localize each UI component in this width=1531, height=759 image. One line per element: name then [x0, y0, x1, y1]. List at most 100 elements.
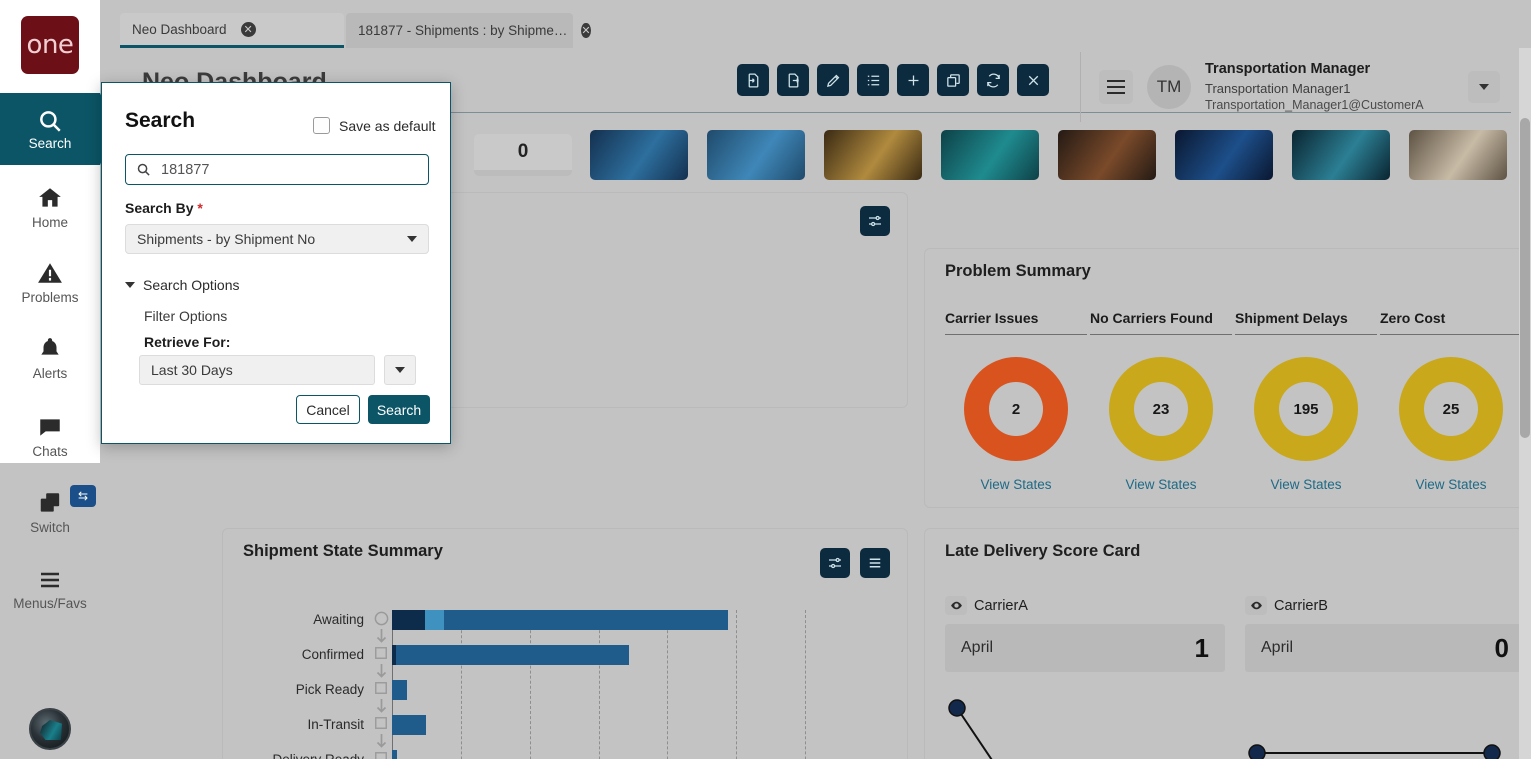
truck-logistics-thumb[interactable]: [590, 130, 688, 180]
chart-bar-segment[interactable]: [392, 750, 398, 759]
donut-value: 195: [1279, 382, 1333, 436]
digital-network-thumb[interactable]: [707, 130, 805, 180]
month-value: 1: [1194, 632, 1209, 663]
close-icon[interactable]: ✕: [240, 21, 256, 37]
sidebar-item-search[interactable]: Search: [0, 93, 116, 165]
kpi-tile[interactable]: 0: [474, 134, 572, 176]
tab-shipments[interactable]: 181877 - Shipments : by Shipme… ✕: [346, 13, 591, 48]
sidebar-item-problems[interactable]: Problems: [0, 253, 100, 311]
chart-data-point[interactable]: [1483, 744, 1501, 759]
late-delivery-scorecard-panel: Late Delivery Score Card CarrierA April …: [924, 528, 1531, 759]
state-square-icon: [370, 751, 392, 759]
sliders-icon[interactable]: [820, 548, 850, 578]
scrollbar-thumb[interactable]: [1520, 118, 1530, 438]
sidebar-item-home[interactable]: Home: [0, 178, 100, 236]
chart-bar-segment[interactable]: [392, 610, 425, 630]
view-states-link[interactable]: View States: [1090, 477, 1232, 492]
carrier-name: CarrierB: [1274, 597, 1328, 614]
carrier-line-charts: [948, 699, 1501, 759]
save-as-default-label: Save as default: [339, 117, 436, 134]
thumbnail-strip: [590, 130, 1507, 180]
warehouse-scan-thumb[interactable]: [824, 130, 922, 180]
person-silhouette-thumb[interactable]: [1409, 130, 1507, 180]
import-button[interactable]: [737, 64, 769, 96]
chart-bar-segment[interactable]: [392, 715, 427, 735]
sidebar-item-label: Home: [31, 214, 68, 230]
chevron-down-icon[interactable]: [1468, 71, 1500, 103]
hamburger-icon[interactable]: [1099, 70, 1133, 104]
chart-bar-segment[interactable]: [396, 645, 629, 665]
carrier-b-month-box: April 0: [1245, 624, 1525, 672]
earth-space-thumb[interactable]: [1175, 130, 1273, 180]
month-label: April: [961, 639, 994, 656]
retrieve-for-field[interactable]: Last 30 Days: [139, 355, 375, 385]
sidebar-item-chats[interactable]: Chats: [0, 407, 100, 465]
sidebar-item-menus-favs[interactable]: Menus/Favs: [0, 560, 100, 618]
add-button[interactable]: [897, 64, 929, 96]
copy-button[interactable]: [937, 64, 969, 96]
donut-chart[interactable]: 23: [1109, 357, 1213, 461]
retrieve-for-dropdown-button[interactable]: [384, 355, 416, 385]
chart-bar-segment[interactable]: [443, 610, 728, 630]
carrier-name: CarrierA: [974, 597, 1028, 614]
chart-category-label: In-Transit: [307, 717, 364, 732]
tab-neo-dashboard[interactable]: Neo Dashboard ✕: [120, 13, 344, 48]
search-button[interactable]: Search: [368, 395, 430, 424]
search-options-toggle[interactable]: Search Options: [125, 277, 240, 293]
search-by-select[interactable]: Shipments - by Shipment No: [125, 224, 429, 254]
user-profile-block[interactable]: TM Transportation Manager Transportation…: [1080, 52, 1500, 122]
switch-toggle-badge[interactable]: ⇆: [70, 485, 96, 507]
chart-data-point[interactable]: [948, 699, 966, 717]
refresh-button[interactable]: [977, 64, 1009, 96]
view-states-link[interactable]: View States: [1380, 477, 1522, 492]
assistant-avatar-icon[interactable]: [29, 708, 71, 750]
tab-label: Neo Dashboard: [132, 21, 227, 37]
chart-bar-segment[interactable]: [392, 680, 407, 700]
user-meta: Transportation Manager Transportation Ma…: [1205, 60, 1424, 114]
sliders-icon[interactable]: [860, 206, 890, 236]
carrier-a-header[interactable]: CarrierA: [945, 596, 1028, 615]
application-window: Neo Dashboard ✕ 181877 - Shipments : by …: [0, 0, 1531, 759]
eye-icon[interactable]: [945, 596, 967, 615]
month-label: April: [1261, 639, 1294, 656]
search-icon: [40, 110, 61, 132]
windows-stack-icon: [40, 492, 59, 512]
view-states-link[interactable]: View States: [945, 477, 1087, 492]
state-flow-arrow-icon: [370, 628, 392, 647]
save-as-default-row[interactable]: Save as default: [313, 117, 436, 134]
eye-icon[interactable]: [1245, 596, 1267, 615]
save-as-default-checkbox[interactable]: [313, 117, 330, 134]
export-button[interactable]: [777, 64, 809, 96]
user-name: Transportation Manager1: [1205, 80, 1351, 96]
chart-gridlines: [392, 610, 874, 759]
donut-chart[interactable]: 2: [964, 357, 1068, 461]
shipment-state-chart: [392, 610, 874, 759]
problem-summary-panel: Problem Summary Carrier Issues 2 View Stat…: [924, 248, 1531, 508]
state-flow-arrow-icon: [370, 698, 392, 717]
search-input[interactable]: 181877: [125, 154, 429, 185]
carrier-b-header[interactable]: CarrierB: [1245, 596, 1328, 615]
view-states-link[interactable]: View States: [1235, 477, 1377, 492]
list-icon[interactable]: [860, 548, 890, 578]
chart-bar-segment[interactable]: [424, 610, 444, 630]
security-lock-thumb[interactable]: [1058, 130, 1156, 180]
donut-chart[interactable]: 195: [1254, 357, 1358, 461]
close-icon[interactable]: ✕: [581, 23, 591, 38]
list-button[interactable]: [857, 64, 889, 96]
month-value: 0: [1494, 632, 1509, 663]
panel-title: Problem Summary: [945, 262, 1091, 280]
close-button[interactable]: [1017, 64, 1049, 96]
problem-metric: No Carriers Found 23 View States: [1090, 310, 1232, 492]
sidebar-item-alerts[interactable]: Alerts: [0, 329, 100, 387]
vertical-scrollbar[interactable]: [1519, 48, 1531, 759]
ai-brain-thumb[interactable]: [1292, 130, 1390, 180]
app-logo[interactable]: one: [21, 16, 79, 74]
chart-data-point[interactable]: [1248, 744, 1266, 759]
chart-category-label: Pick Ready: [295, 682, 364, 697]
globe-tech-thumb[interactable]: [941, 130, 1039, 180]
donut-chart[interactable]: 25: [1399, 357, 1503, 461]
chart-category-label: Delivery Ready: [272, 752, 364, 759]
shipment-state-summary-panel: Shipment State Summary Awaiting Confirmed…: [222, 528, 908, 759]
cancel-button[interactable]: Cancel: [296, 395, 360, 424]
edit-button[interactable]: [817, 64, 849, 96]
